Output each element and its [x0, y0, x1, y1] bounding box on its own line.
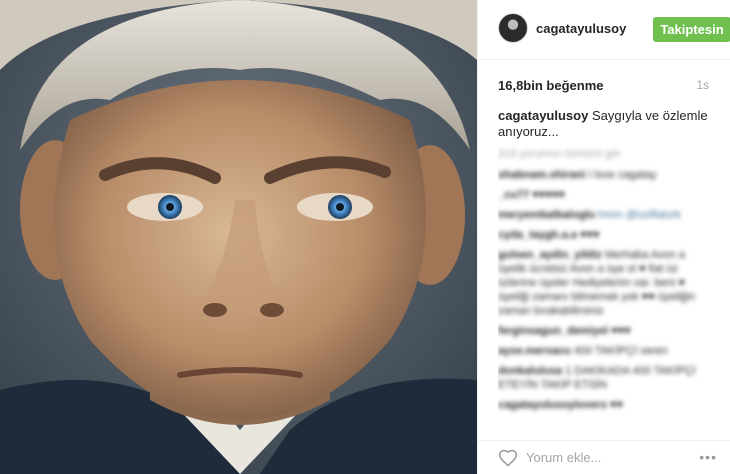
following-button[interactable]: Takiptesin: [653, 17, 730, 42]
comment-username[interactable]: _cu77: [498, 189, 529, 201]
comment-item: ayse.mersacu 400 TAKİPÇİ veren: [498, 344, 713, 358]
heart-icon[interactable]: [498, 448, 518, 468]
comment-username[interactable]: ferginsagun_demiyel: [498, 325, 608, 337]
comment-username[interactable]: meryembalbaloglu: [498, 209, 595, 221]
add-comment-input[interactable]: Yorum ekle...: [526, 450, 601, 465]
load-more-comments-link[interactable]: 319 yorumun tümünü gör: [498, 146, 713, 162]
post-footer: Yorum ekle... •••: [478, 440, 730, 474]
comment-text[interactable]: hmm @ozilfaturk: [598, 209, 681, 221]
comment-item: cyda_taygh.a.a ♥♥♥: [498, 228, 713, 242]
comment-text: ♥♥♥: [579, 229, 600, 241]
username-link[interactable]: cagatayulusoy: [536, 21, 626, 36]
comment-username[interactable]: shabnam.shirani: [498, 169, 585, 181]
comment-text: I love cagatay: [588, 169, 657, 181]
ellipsis-icon[interactable]: •••: [699, 449, 717, 465]
comment-username[interactable]: cagatayulusoylovers: [498, 399, 607, 411]
comment-item: _cu77 ♥♥♥♥♥: [498, 188, 713, 202]
comment-item: shabnam.shirani I love cagatay: [498, 168, 713, 182]
comment-item: ferginsagun_demiyel ♥♥♥: [498, 324, 713, 338]
post-photo[interactable]: [0, 0, 477, 474]
comment-item: meryembalbaloglu hmm @ozilfaturk: [498, 208, 713, 222]
comment-text: ♥♥♥♥♥: [532, 189, 565, 201]
comment-username[interactable]: gulsen_aydin_yildiz: [498, 249, 602, 261]
comment-username[interactable]: donkalulusa: [498, 365, 562, 377]
comment-item: cagatayulusoylovers ♥♥: [498, 398, 713, 412]
post-sidebar: cagatayulusoy Takiptesin 16,8bin beğenme…: [477, 0, 730, 474]
avatar[interactable]: [498, 13, 528, 43]
comment-text: 400 TAKİPÇİ veren: [573, 345, 668, 357]
caption-username[interactable]: cagatayulusoy: [498, 108, 588, 123]
caption: cagatayulusoy Saygıyla ve özlemle anıyor…: [498, 108, 713, 140]
portrait-image: [0, 0, 477, 474]
post-time[interactable]: 1s: [696, 78, 709, 92]
comment-username[interactable]: cyda_taygh.a.a: [498, 229, 577, 241]
comments-list: cagatayulusoy Saygıyla ve özlemle anıyor…: [498, 108, 713, 438]
comment-text: ♥♥♥: [611, 325, 631, 337]
comment-text: ♥♥: [609, 399, 623, 411]
comment-item: gulsen_aydin_yildiz Merhaba Avon a üyeli…: [498, 248, 713, 318]
comment-item: donkalulusa 1 DAKİKADA 400 TAKİPÇİ ETEYİ…: [498, 364, 713, 392]
likes-count[interactable]: 16,8bin beğenme: [498, 78, 603, 93]
post-header: cagatayulusoy Takiptesin: [478, 0, 730, 60]
comment-username[interactable]: ayse.mersacu: [498, 345, 571, 357]
